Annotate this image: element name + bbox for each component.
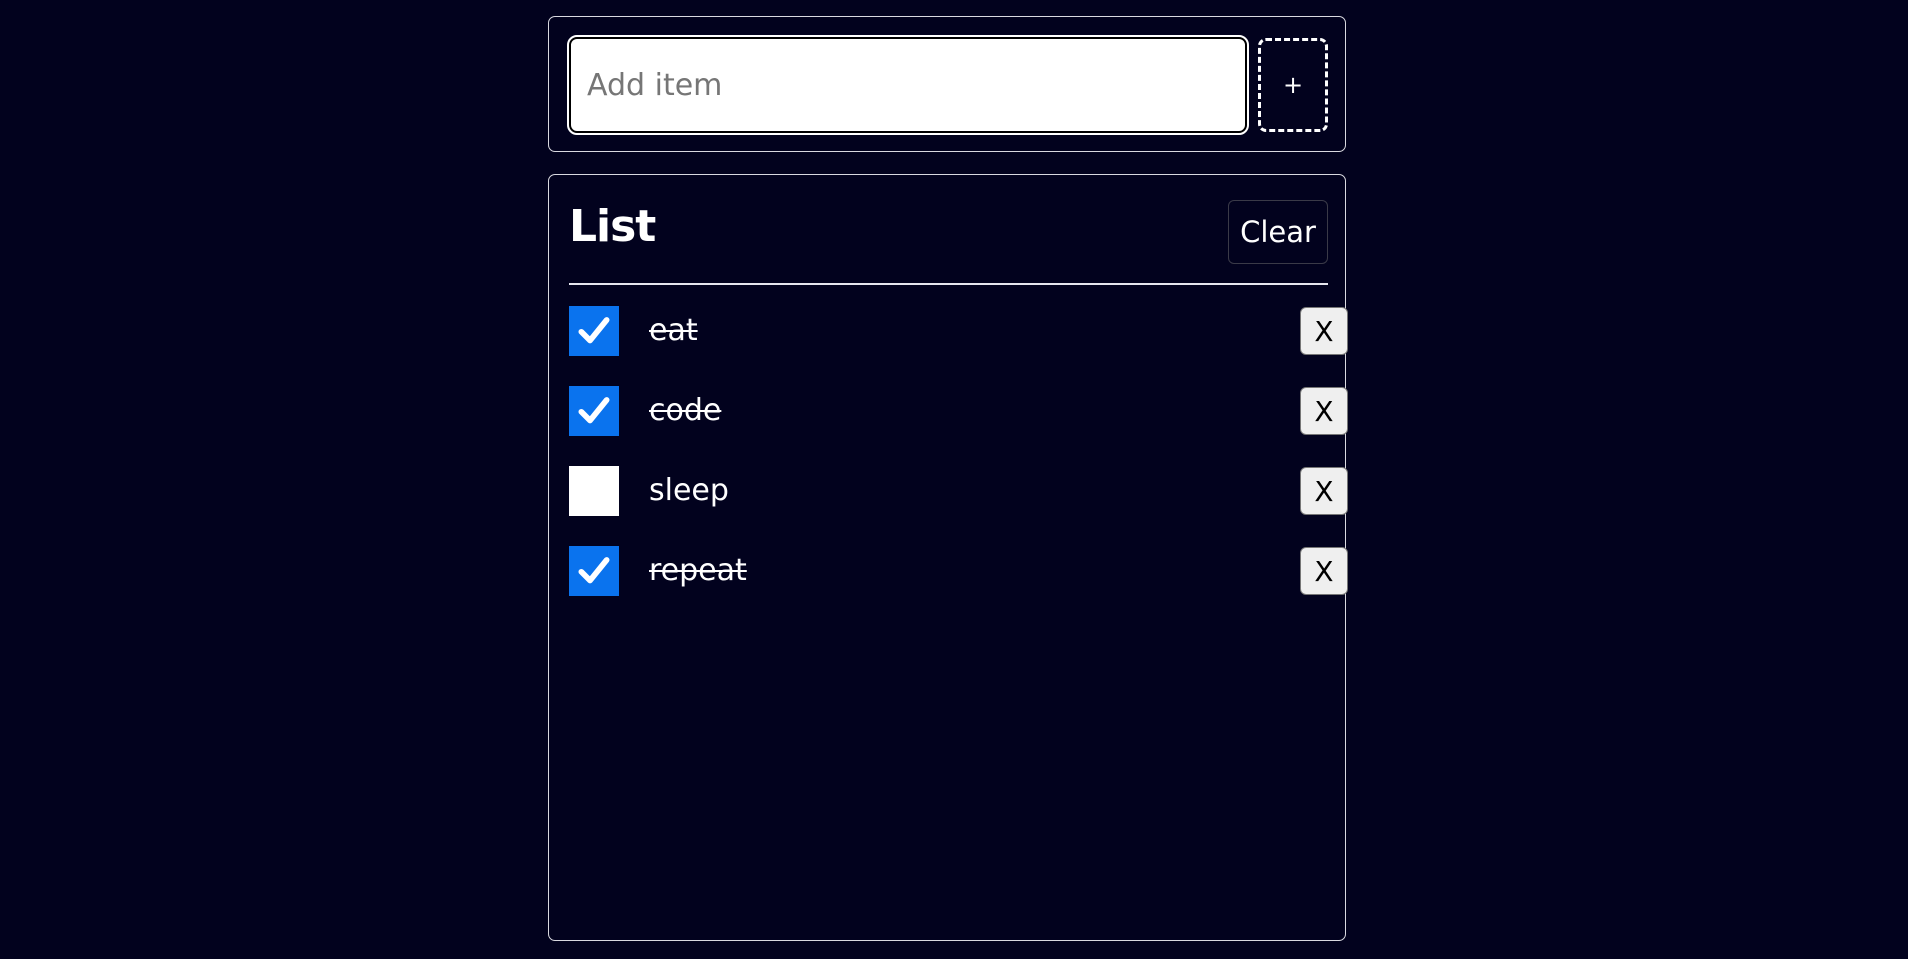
item-label: eat	[649, 313, 698, 348]
add-item-input[interactable]	[567, 35, 1249, 135]
delete-item-button[interactable]: X	[1300, 467, 1348, 515]
check-icon	[578, 397, 610, 424]
item-checkbox[interactable]	[569, 466, 619, 516]
item-checkbox[interactable]	[569, 546, 619, 596]
item-checkbox[interactable]	[569, 386, 619, 436]
check-icon	[578, 317, 610, 344]
list-title: List	[569, 201, 656, 252]
clear-button[interactable]: Clear	[1228, 200, 1328, 264]
list-item: repeat X	[569, 546, 1348, 596]
list-item: code X	[569, 386, 1348, 436]
list-item: eat X	[569, 306, 1348, 356]
list-divider	[569, 283, 1328, 285]
check-icon	[578, 557, 610, 584]
item-label: code	[649, 393, 722, 428]
add-item-panel: +	[548, 16, 1346, 152]
item-checkbox[interactable]	[569, 306, 619, 356]
item-label: repeat	[649, 553, 747, 588]
list-panel: List Clear eat X code X sleep X repeat X	[548, 174, 1348, 941]
delete-item-button[interactable]: X	[1300, 387, 1348, 435]
item-label: sleep	[649, 473, 729, 508]
delete-item-button[interactable]: X	[1300, 307, 1348, 355]
list-item: sleep X	[569, 466, 1348, 516]
add-item-button[interactable]: +	[1258, 38, 1328, 132]
delete-item-button[interactable]: X	[1300, 547, 1348, 595]
